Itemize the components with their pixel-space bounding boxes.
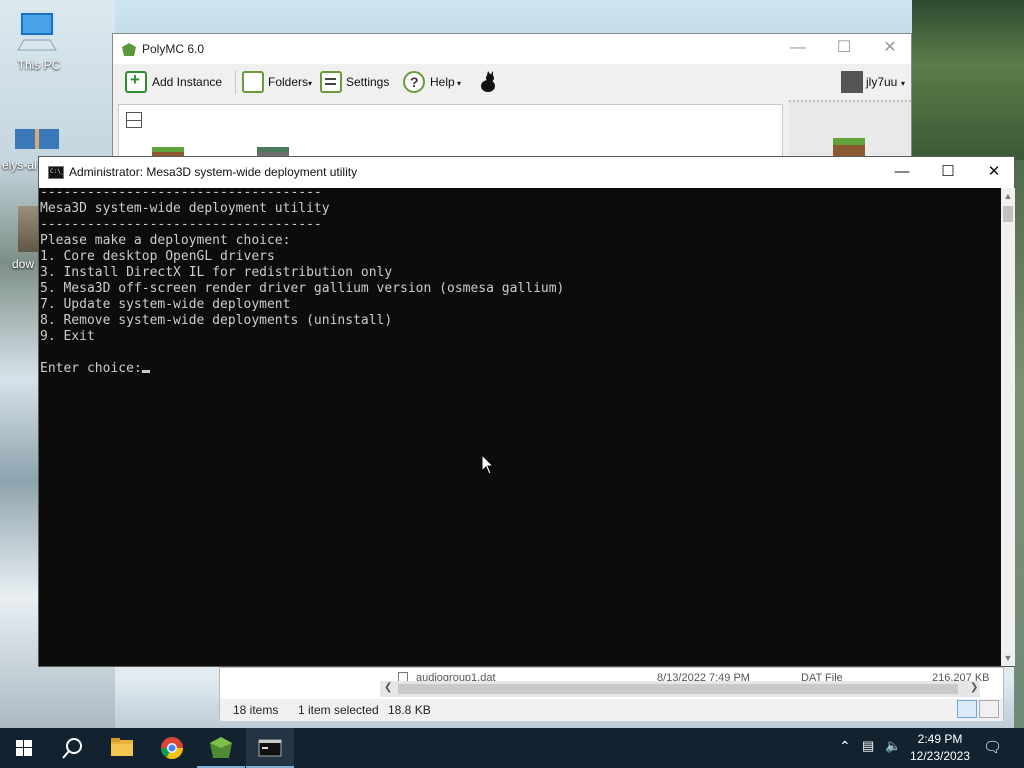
console-line: ------------------------------------ <box>40 217 322 232</box>
desktop-icon-label: This PC <box>17 58 61 72</box>
console-line: 1. Core desktop OpenGL drivers <box>40 249 275 264</box>
desktop-icon-this-pc[interactable]: This PC <box>0 0 80 80</box>
large-icons-view-icon[interactable] <box>979 700 999 718</box>
folder-icon <box>242 71 264 93</box>
polymc-logo-icon <box>122 43 136 56</box>
avatar <box>841 71 863 93</box>
file-explorer-window: audiogroup1.dat 8/13/2022 7:49 PM DAT Fi… <box>219 667 1004 721</box>
console-line: Please make a deployment choice: <box>40 233 291 248</box>
console-line: 9. Exit <box>40 329 95 344</box>
horizontal-scrollbar[interactable]: ❮ ❯ <box>380 681 980 697</box>
chrome-icon <box>161 737 183 759</box>
image-thumbnail-icon[interactable] <box>14 128 60 150</box>
polymc-window: PolyMC 6.0 — ☐ ✕ + Add Instance Folders … <box>112 33 912 169</box>
chevron-down-icon: ▾ <box>901 79 906 88</box>
title-bar[interactable]: PolyMC 6.0 — ☐ ✕ <box>113 34 911 64</box>
polymc-logo-icon <box>210 737 232 758</box>
console-line: 3. Install DirectX IL for redistribution… <box>40 265 393 280</box>
terminal-output[interactable]: ------------------------------------ Mes… <box>39 188 1001 666</box>
computer-icon <box>17 11 57 51</box>
account-button[interactable]: jly7uu ▾ <box>841 69 911 95</box>
selection-size: 18.8 KB <box>388 703 431 717</box>
prompt-line[interactable]: Enter choice: <box>40 361 150 377</box>
settings-list-icon <box>320 71 342 93</box>
search-icon <box>62 738 82 759</box>
console-line: ------------------------------------ <box>40 188 322 200</box>
scrollbar-thumb[interactable] <box>1003 206 1013 222</box>
help-icon: ? <box>403 71 425 93</box>
toolbar: + Add Instance Folders ▾ Settings ? Help… <box>113 64 911 100</box>
cat-icon[interactable] <box>478 71 498 93</box>
mouse-pointer-icon <box>481 454 495 475</box>
close-button[interactable]: ✕ <box>867 34 913 64</box>
minimize-button[interactable]: — <box>879 157 925 188</box>
folder-icon <box>111 738 133 756</box>
taskbar: ⌃ ▤ 🔈 2:49 PM 12/23/2023 🗨 <box>0 728 1024 768</box>
group-collapse-icon[interactable] <box>126 112 142 128</box>
desktop-icon-label[interactable]: elys-ai <box>2 158 37 172</box>
settings-button[interactable]: Settings <box>320 69 392 95</box>
image-thumbnail-icon[interactable] <box>18 206 40 252</box>
scrollbar-thumb[interactable] <box>398 684 958 694</box>
console-line: 7. Update system-wide deployment <box>40 297 291 312</box>
text-cursor <box>141 370 150 373</box>
close-button[interactable]: ✕ <box>971 157 1017 188</box>
window-title: Administrator: Mesa3D system-wide deploy… <box>69 165 358 179</box>
help-button[interactable]: ? Help ▾ <box>403 69 465 95</box>
maximize-button[interactable]: ☐ <box>925 157 971 188</box>
add-instance-button[interactable]: + Add Instance <box>125 69 231 95</box>
status-bar: 18 items 1 item selected 18.8 KB <box>220 699 1003 721</box>
chrome-taskbar-button[interactable] <box>148 728 196 768</box>
command-prompt-icon <box>48 166 64 179</box>
command-prompt-icon <box>258 739 282 757</box>
details-view-icon[interactable] <box>957 700 977 718</box>
add-icon: + <box>125 70 147 93</box>
prompt-text: Enter choice: <box>40 361 142 376</box>
clock[interactable]: 2:49 PM 12/23/2023 <box>902 731 978 765</box>
start-button[interactable] <box>0 728 48 768</box>
notifications-icon[interactable]: 🗨 <box>983 738 1002 756</box>
console-line: Mesa3D system-wide deployment utility <box>40 201 330 216</box>
vertical-scrollbar[interactable]: ▲ ▼ <box>1001 188 1015 666</box>
maximize-button[interactable]: ☐ <box>821 34 867 64</box>
volume-muted-icon[interactable]: 🔈 <box>885 738 901 754</box>
item-count: 18 items <box>233 703 279 717</box>
clock-time: 2:49 PM <box>917 732 963 746</box>
search-button[interactable] <box>48 728 96 768</box>
chevron-down-icon: ▾ <box>457 79 462 88</box>
console-line: 5. Mesa3D off-screen render driver galli… <box>40 281 565 296</box>
network-icon[interactable]: ▤ <box>862 738 874 754</box>
scroll-left-icon[interactable]: ❮ <box>384 682 392 693</box>
title-bar[interactable]: Administrator: Mesa3D system-wide deploy… <box>39 157 1014 188</box>
polymc-taskbar-button[interactable] <box>197 728 245 768</box>
terminal-window: Administrator: Mesa3D system-wide deploy… <box>38 156 1015 667</box>
scroll-right-icon[interactable]: ❯ <box>970 682 978 693</box>
desktop-background-right-lower <box>1014 160 1024 728</box>
windows-logo-icon <box>16 740 32 756</box>
clock-date: 12/23/2023 <box>909 749 971 763</box>
desktop-background-right <box>912 0 1024 160</box>
minimize-button[interactable]: — <box>775 34 821 64</box>
file-explorer-taskbar-button[interactable] <box>98 728 146 768</box>
console-line: 8. Remove system-wide deployments (unins… <box>40 313 393 328</box>
scroll-down-icon[interactable]: ▼ <box>1001 650 1015 666</box>
instance-grass-icon <box>833 138 865 156</box>
toolbar-divider <box>235 70 236 94</box>
terminal-taskbar-button[interactable] <box>246 728 294 768</box>
folders-button[interactable]: Folders ▾ <box>242 69 316 95</box>
window-title: PolyMC 6.0 <box>142 42 205 56</box>
scroll-up-icon[interactable]: ▲ <box>1001 188 1015 204</box>
selection-count: 1 item selected <box>298 703 379 717</box>
chevron-down-icon: ▾ <box>308 79 313 88</box>
desktop-icon-label[interactable]: dow <box>12 257 34 271</box>
chevron-up-icon[interactable]: ⌃ <box>839 738 851 755</box>
